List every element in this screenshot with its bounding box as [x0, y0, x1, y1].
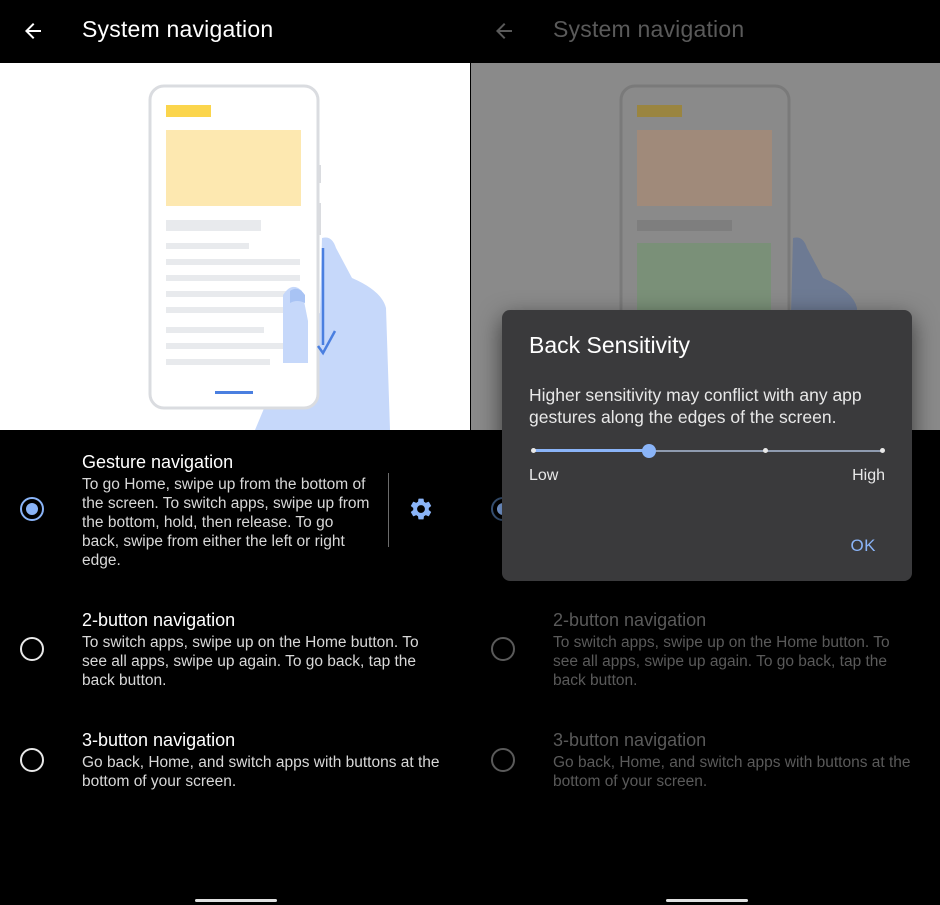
option-title: 2-button navigation [553, 610, 707, 630]
app-bar: System navigation [471, 0, 940, 63]
option-description: To switch apps, swipe up on the Home but… [553, 634, 890, 689]
radio-3-button-navigation[interactable] [491, 748, 515, 772]
gear-icon [410, 498, 432, 520]
option-description: To go Home, swipe up from the bottom of … [82, 476, 370, 569]
slider-high-label: High [852, 467, 885, 484]
slider-step-dot [530, 448, 536, 453]
page-title: System navigation [82, 16, 274, 42]
slider-step-dot [763, 448, 769, 453]
app-bar: System navigation [0, 0, 470, 63]
radio-3-button-navigation[interactable] [20, 748, 44, 772]
option-title: 3-button navigation [553, 730, 707, 750]
ok-button[interactable]: OK [850, 536, 876, 556]
radio-2-button-navigation[interactable] [20, 637, 44, 661]
slider-thumb[interactable] [642, 444, 657, 458]
home-indicator[interactable] [666, 899, 748, 902]
slider-step-dot [879, 448, 885, 453]
back-button[interactable] [18, 16, 48, 46]
radio-gesture-navigation[interactable] [20, 497, 44, 521]
option-title: Gesture navigation [82, 452, 234, 472]
slider-fill [533, 449, 650, 452]
gesture-settings-button[interactable] [405, 493, 437, 525]
screen-system-navigation-dialog: System navigation 2-button navigation To… [471, 0, 940, 905]
radio-2-button-navigation[interactable] [491, 637, 515, 661]
arrow-back-icon [25, 23, 41, 39]
option-description: Go back, Home, and switch apps with butt… [553, 754, 911, 790]
arrow-back-icon [496, 23, 512, 39]
back-sensitivity-dialog: Back Sensitivity Higher sensitivity may … [502, 310, 912, 581]
illustration-image [148, 84, 390, 430]
home-indicator[interactable] [195, 899, 277, 902]
page-title: System navigation [553, 16, 745, 42]
back-button[interactable] [489, 16, 519, 46]
gesture-illustration [0, 63, 470, 430]
option-description: Go back, Home, and switch apps with butt… [82, 754, 440, 790]
dialog-message: Higher sensitivity may conflict with any… [529, 385, 862, 427]
option-description: To switch apps, swipe up on the Home but… [82, 634, 419, 689]
option-divider [388, 473, 389, 547]
back-sensitivity-slider[interactable] [529, 440, 886, 462]
screen-system-navigation: System navigation Gesture navigation To … [0, 0, 470, 905]
option-title: 3-button navigation [82, 730, 236, 750]
slider-low-label: Low [529, 467, 559, 484]
dialog-title: Back Sensitivity [529, 332, 691, 358]
option-title: 2-button navigation [82, 610, 236, 630]
